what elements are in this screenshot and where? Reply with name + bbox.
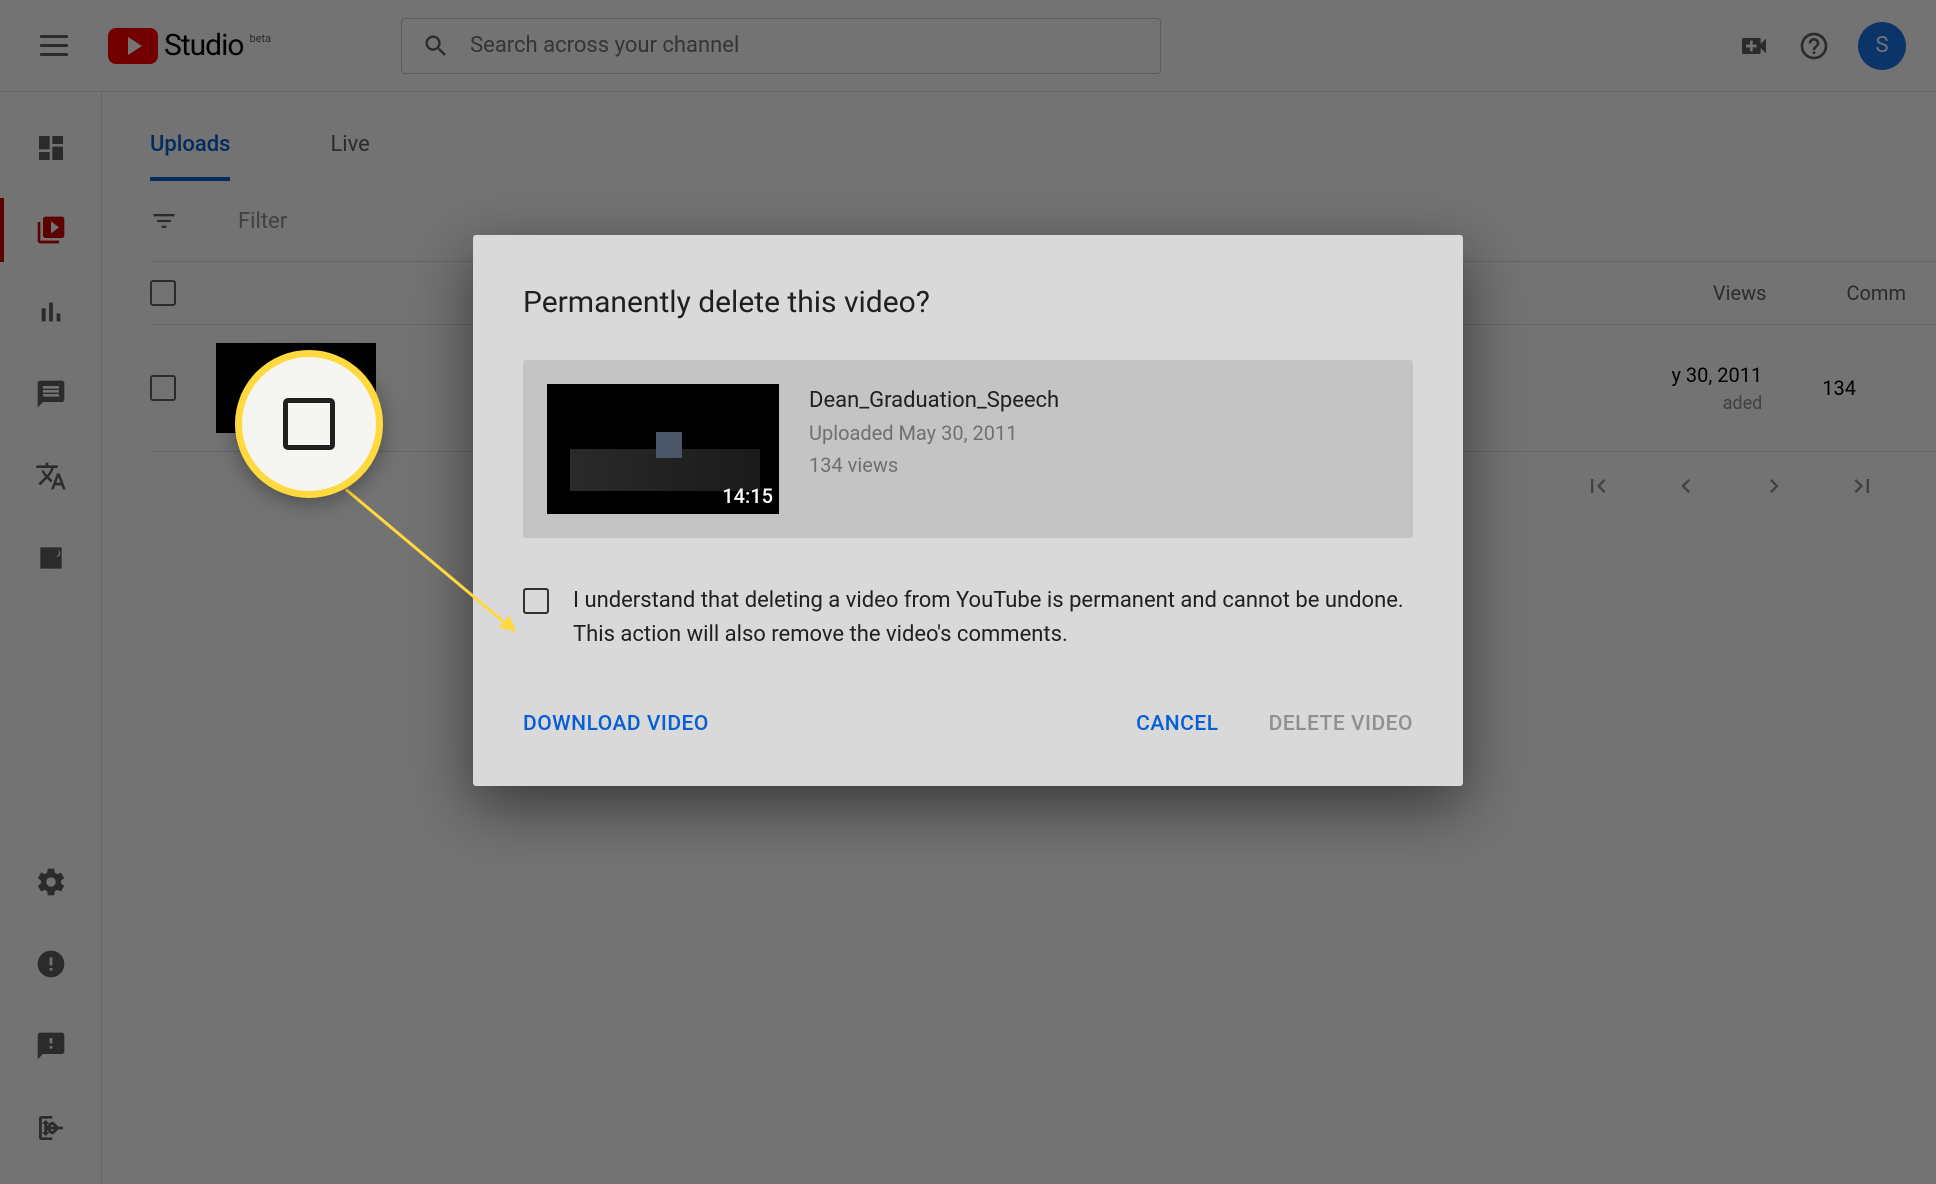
dialog-video-thumbnail: 14:15 [547,384,779,514]
confirm-text: I understand that deleting a video from … [573,584,1413,652]
download-button[interactable]: DOWNLOAD VIDEO [523,712,709,736]
delete-dialog: Permanently delete this video? 14:15 Dea… [473,235,1463,786]
cancel-button[interactable]: CANCEL [1136,712,1218,736]
highlight-annotation [235,350,383,498]
video-uploaded: Uploaded May 30, 2011 [809,421,1059,445]
modal-overlay: Permanently delete this video? 14:15 Dea… [0,0,1936,1184]
dialog-title: Permanently delete this video? [523,285,1413,320]
delete-button[interactable]: DELETE VIDEO [1269,712,1413,736]
confirm-row: I understand that deleting a video from … [523,584,1413,652]
video-duration: 14:15 [722,484,773,508]
dialog-actions: DOWNLOAD VIDEO CANCEL DELETE VIDEO [523,712,1413,736]
video-views: 134 views [809,453,1059,477]
video-title: Dean_Graduation_Speech [809,388,1059,413]
video-info: Dean_Graduation_Speech Uploaded May 30, … [809,384,1059,514]
highlighted-checkbox-icon [283,398,335,450]
confirm-checkbox[interactable] [523,588,549,614]
video-card: 14:15 Dean_Graduation_Speech Uploaded Ma… [523,360,1413,538]
